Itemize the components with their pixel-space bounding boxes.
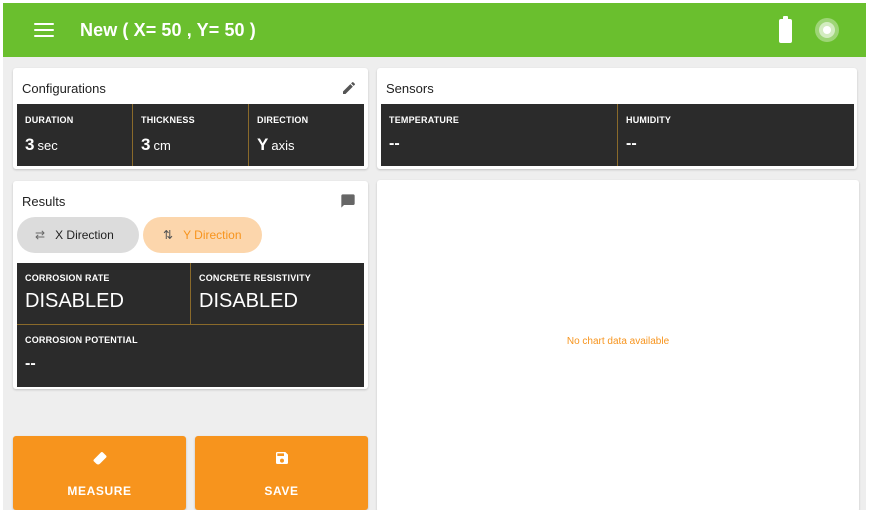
sensors-card: Sensors TEMPERATURE -- HUMIDITY -- bbox=[377, 68, 857, 169]
concrete-resistivity-value: DISABLED bbox=[199, 290, 298, 312]
pencil-icon[interactable] bbox=[341, 80, 357, 96]
configurations-panel: DURATION 3 sec THICKNESS 3 cm DIRECTION Ya… bbox=[17, 104, 364, 166]
chart-empty-message: No chart data available bbox=[566, 336, 670, 347]
concrete-resistivity-cell: CONCRETE RESISTIVITY DISABLED bbox=[191, 263, 364, 325]
configurations-title: Configurations bbox=[22, 81, 106, 96]
measure-button[interactable]: MEASURE bbox=[13, 436, 186, 510]
duration-cell[interactable]: DURATION 3 sec bbox=[17, 104, 133, 166]
tab-x-direction-label: X Direction bbox=[55, 228, 114, 242]
direction-value: Y bbox=[257, 135, 269, 154]
swap-horizontal-icon: ⇄ bbox=[35, 228, 46, 242]
tab-y-direction-label: Y Direction bbox=[183, 228, 242, 242]
duration-value: 3 bbox=[25, 135, 35, 154]
save-button[interactable]: SAVE bbox=[195, 436, 368, 510]
connection-status-icon[interactable] bbox=[815, 18, 839, 42]
corrosion-rate-cell: CORROSION RATE DISABLED bbox=[17, 263, 191, 325]
results-title: Results bbox=[22, 194, 66, 209]
tab-x-direction[interactable]: ⇄ X Direction bbox=[17, 217, 139, 253]
thickness-cell[interactable]: THICKNESS 3 cm bbox=[133, 104, 249, 166]
results-panel: CORROSION RATE DISABLED CONCRETE RESISTI… bbox=[17, 263, 364, 387]
eraser-icon bbox=[92, 451, 107, 465]
configurations-card: Configurations DURATION 3 sec THICKNESS 3… bbox=[13, 68, 368, 169]
results-card: Results ⇄ X Direction ⇅ Y Direction CORR… bbox=[13, 181, 368, 389]
measure-label: MEASURE bbox=[67, 484, 132, 498]
swap-vertical-icon: ⇅ bbox=[163, 228, 174, 242]
direction-label: DIRECTION bbox=[257, 115, 309, 125]
comment-icon[interactable] bbox=[340, 193, 356, 209]
humidity-label: HUMIDITY bbox=[626, 115, 672, 125]
save-label: SAVE bbox=[264, 484, 299, 498]
corrosion-potential-cell: CORROSION POTENTIAL -- bbox=[17, 325, 364, 387]
tab-y-direction[interactable]: ⇅ Y Direction bbox=[143, 217, 262, 253]
sensors-panel: TEMPERATURE -- HUMIDITY -- bbox=[381, 104, 854, 166]
direction-cell[interactable]: DIRECTION Yaxis bbox=[249, 104, 364, 166]
battery-full-icon bbox=[779, 16, 792, 43]
corrosion-potential-label: CORROSION POTENTIAL bbox=[25, 335, 138, 345]
concrete-resistivity-label: CONCRETE RESISTIVITY bbox=[199, 273, 312, 283]
hamburger-menu-icon[interactable] bbox=[32, 20, 56, 40]
temperature-value: -- bbox=[389, 135, 400, 152]
sensors-title: Sensors bbox=[386, 81, 434, 96]
thickness-label: THICKNESS bbox=[141, 115, 195, 125]
corrosion-potential-value: -- bbox=[25, 355, 36, 372]
chart-panel: No chart data available bbox=[377, 180, 859, 510]
app-bar: New ( X= 50 , Y= 50 ) bbox=[3, 3, 866, 57]
thickness-unit: cm bbox=[153, 138, 171, 153]
direction-unit: axis bbox=[271, 138, 295, 153]
app-title: New ( X= 50 , Y= 50 ) bbox=[80, 19, 256, 40]
app-screen: New ( X= 50 , Y= 50 ) Configurations DUR… bbox=[3, 3, 866, 510]
temperature-cell: TEMPERATURE -- bbox=[381, 104, 618, 166]
humidity-value: -- bbox=[626, 135, 637, 152]
thickness-value: 3 bbox=[141, 135, 151, 154]
temperature-label: TEMPERATURE bbox=[389, 115, 460, 125]
floppy-disk-icon bbox=[275, 452, 288, 464]
corrosion-rate-value: DISABLED bbox=[25, 290, 124, 312]
duration-unit: sec bbox=[37, 138, 58, 153]
corrosion-rate-label: CORROSION RATE bbox=[25, 273, 110, 283]
duration-label: DURATION bbox=[25, 115, 74, 125]
humidity-cell: HUMIDITY -- bbox=[618, 104, 854, 166]
